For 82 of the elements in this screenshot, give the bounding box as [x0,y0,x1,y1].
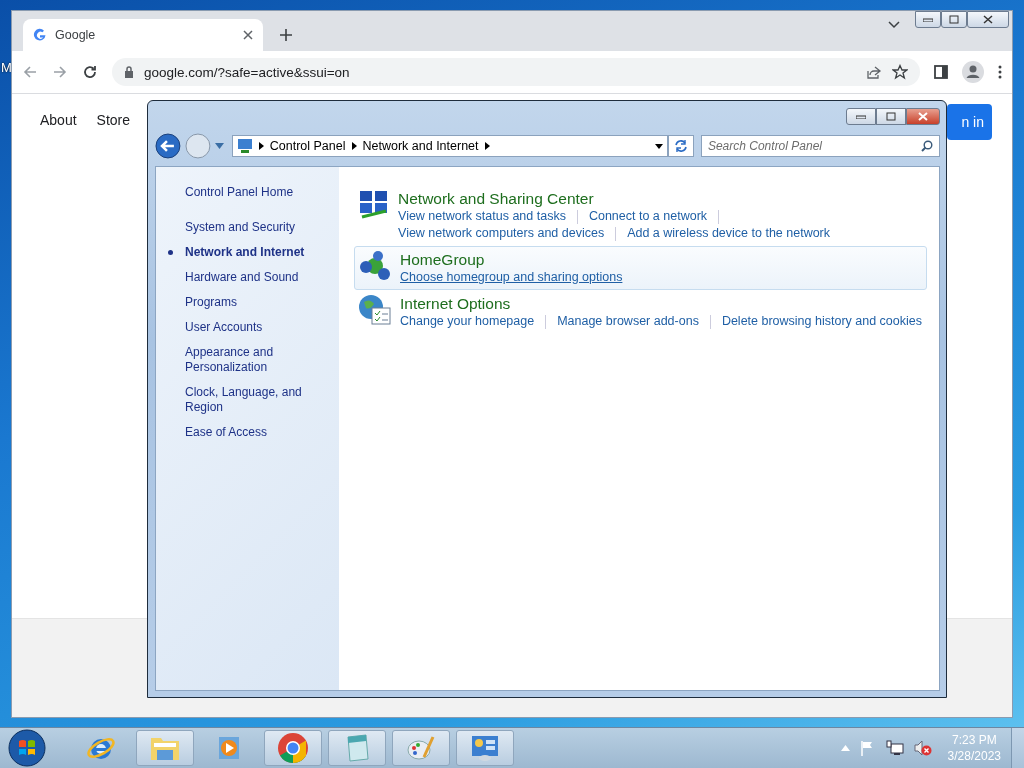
category-title-link[interactable]: HomeGroup [400,250,623,269]
task-link[interactable]: Choose homegroup and sharing options [400,269,623,286]
back-arrow-icon[interactable] [22,64,38,80]
lock-icon [124,66,134,78]
chevron-right-icon [351,142,357,150]
task-link[interactable]: Delete browsing history and cookies [721,313,922,330]
task-link[interactable]: Manage browser add-ons [557,313,699,330]
refresh-button[interactable] [668,135,694,157]
category-title-link[interactable]: Network and Sharing Center [398,189,831,208]
maximize-icon [886,112,896,121]
page-link[interactable]: Store [96,112,131,128]
navigation-link[interactable]: Network and Internet [185,241,337,264]
navigation-link[interactable]: System and Security [185,216,337,239]
minimize-button[interactable] [846,108,876,125]
menu-icon[interactable] [998,65,1002,79]
chrome-icon [277,732,309,764]
address-bar[interactable]: google.com/?safe=active&ssui=on [112,58,920,86]
task-link[interactable]: View network status and tasks [398,208,566,225]
close-icon [918,112,928,121]
navigation-link[interactable]: Clock, Language, and Region [185,381,337,419]
muted-speaker-icon[interactable] [913,740,932,756]
show-desktop-button[interactable] [1011,728,1024,768]
search-box[interactable]: Search Control Panel [700,135,940,157]
chevron-right-icon [484,142,490,150]
close-button[interactable] [906,108,940,125]
close-icon [983,15,993,24]
dropdown-caret-icon[interactable] [655,143,663,149]
task-link[interactable]: Add a wireless device to the network [627,225,831,242]
maximize-icon [949,15,959,24]
task-link[interactable]: Connect to a network [588,208,708,225]
google-logo-icon [33,28,47,42]
start-button-icon[interactable] [8,729,46,767]
new-tab-icon[interactable] [279,28,293,42]
bullet-icon [168,250,173,255]
minimize-icon [856,114,866,119]
navigation-link[interactable]: Control Panel Home [185,181,337,204]
desktop-icon-label: M [1,60,12,75]
chevron-right-icon [258,142,264,150]
maximize-button[interactable] [876,108,906,125]
share-icon[interactable] [866,65,882,79]
page-link[interactable]: About [40,112,77,128]
tab-search-caret-icon[interactable] [888,21,900,29]
breadcrumb-item[interactable]: Control Panel [269,139,346,153]
control-panel-icon [236,138,253,154]
back-button-icon[interactable] [155,133,181,159]
category-title-link[interactable]: Internet Options [400,294,922,313]
minimize-button[interactable] [915,11,941,28]
navigation-link[interactable]: Programs [185,291,337,314]
address-bar[interactable]: Control Panel Network and Internet [231,135,668,157]
network-computers-icon [358,189,390,221]
taskbar-button[interactable] [392,730,450,766]
navigation-link[interactable]: Ease of Access [185,421,337,444]
globe-checklist-icon [358,294,392,326]
homegroup-icon [358,250,392,282]
network-icon[interactable] [885,740,904,756]
taskbar-button[interactable] [328,730,386,766]
browser-tab[interactable]: Google [23,19,263,51]
search-icon [921,140,933,152]
task-link[interactable]: Change your homepage [400,313,535,330]
taskbar-button[interactable] [136,730,194,766]
search-field[interactable]: Search Control Panel [707,139,915,153]
side-panel-icon[interactable] [934,65,948,79]
close-icon[interactable] [243,30,253,40]
taskbar-button[interactable] [456,730,514,766]
navigation-link[interactable]: User Accounts [185,316,337,339]
media-player-icon [216,735,242,761]
sign-in-button[interactable]: n in [947,104,992,140]
minimize-icon [923,17,933,22]
star-icon[interactable] [892,64,908,80]
history-caret-icon[interactable] [214,143,224,149]
control-panel-icon [470,733,500,763]
navigation-link[interactable]: Appearance and Personalization [185,341,337,379]
forward-arrow-icon[interactable] [52,64,68,80]
close-button[interactable] [967,11,1009,28]
task-link[interactable]: View network computers and devices [398,225,605,242]
reload-icon[interactable] [82,64,98,80]
profile-avatar-icon[interactable] [962,61,984,83]
refresh-icon [673,139,688,153]
taskbar-button[interactable] [264,730,322,766]
maximize-button[interactable] [941,11,967,28]
navigation-link[interactable]: Hardware and Sound [185,266,337,289]
breadcrumb-item[interactable]: Network and Internet [362,139,479,153]
